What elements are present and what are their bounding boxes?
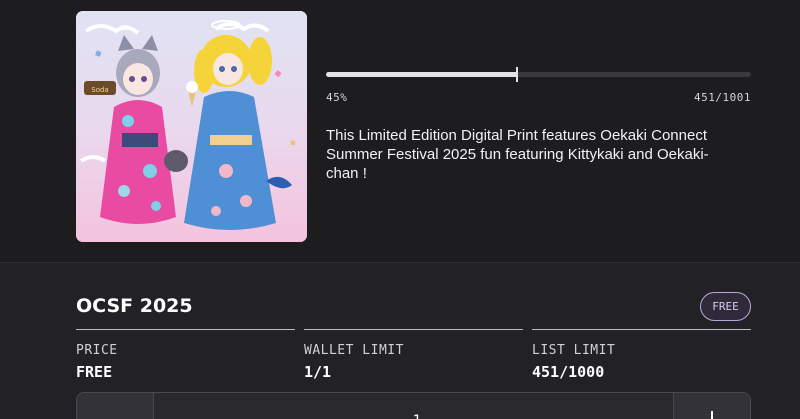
drop-header: Soda 45% 451/1001 This Limited Edition D… [0,0,800,262]
stat-price: PRICE FREE [76,329,295,389]
stat-wallet-limit-value: 1/1 [304,363,332,381]
stat-list-limit: LIST LIMIT 451/1000 [532,329,751,389]
stat-list-limit-label: LIST LIMIT [532,343,616,358]
decrement-button[interactable] [77,393,154,419]
artwork-image: Soda [76,11,307,242]
stat-price-value: FREE [76,363,113,381]
mint-progress-bar [326,67,751,82]
price-badge: FREE [700,292,751,321]
increment-button[interactable] [673,393,750,419]
drop-description: This Limited Edition Digital Print featu… [326,127,709,182]
stat-price-label: PRICE [76,343,118,358]
artwork-sign: Soda [91,86,108,94]
stat-list-limit-value: 451/1000 [532,363,605,381]
plus-icon [711,411,713,419]
collection-title: OCSF 2025 [76,295,193,317]
quantity-value[interactable]: 1 [397,413,437,419]
mint-progress-percent: 45% [326,91,348,104]
minted-count: 451/1001 [694,91,751,104]
mint-progress-fill [326,72,517,77]
stat-wallet-limit-label: WALLET LIMIT [304,343,404,358]
quantity-stepper: 1 [76,392,751,419]
mint-progress-marker [516,67,518,82]
stat-wallet-limit: WALLET LIMIT 1/1 [304,329,523,389]
